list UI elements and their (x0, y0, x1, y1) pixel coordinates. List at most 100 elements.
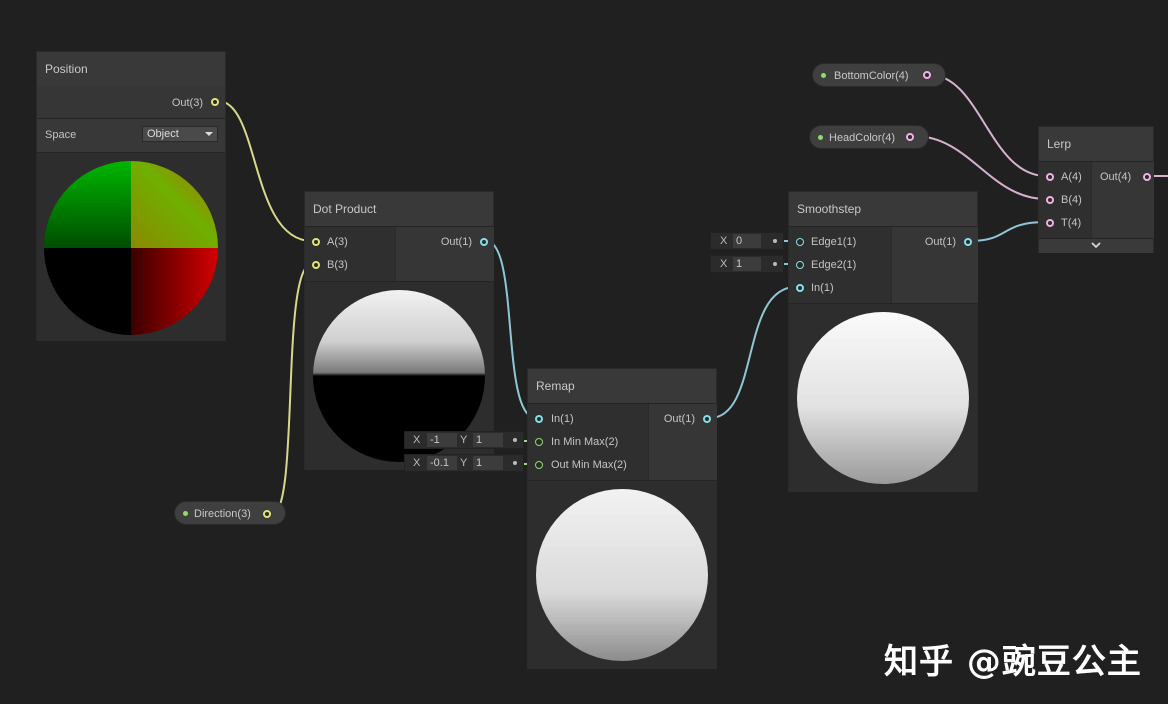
y-label: Y (460, 457, 468, 469)
remap-in-label: In(1) (551, 413, 574, 425)
edge2-label: Edge2(1) (811, 259, 857, 271)
input-panel: In(1) In Min Max(2) Out Min Max(2) (528, 404, 648, 480)
output-panel: Out(4) (1091, 162, 1154, 238)
input-panel: A(3) B(3) (305, 227, 395, 281)
x-label: X (413, 457, 421, 469)
connector-dot-icon (513, 438, 517, 442)
output-panel: Out(3) (37, 86, 225, 119)
dot-product-node[interactable]: Dot Product A(3) B(3) Out(1) (304, 191, 494, 470)
position-preview-sphere (44, 161, 218, 335)
lerp-a-label: A(4) (1061, 171, 1082, 183)
out-min-max-port[interactable] (535, 461, 543, 469)
smooth-out-port[interactable] (964, 238, 972, 246)
wire-position-to-dot-a[interactable] (217, 100, 313, 242)
wire-smooth-to-lerp-t[interactable] (969, 221, 1047, 242)
head-color-property[interactable]: HeadColor(4) (809, 125, 929, 149)
out-min-max-label: Out Min Max(2) (551, 459, 627, 471)
lerp-b-label: B(4) (1061, 194, 1082, 206)
space-dropdown[interactable]: Object (142, 126, 218, 142)
node-title[interactable]: Remap (528, 369, 716, 404)
x-label: X (720, 258, 728, 270)
smooth-preview-sphere (797, 312, 969, 484)
position-out-label: Out(3) (171, 97, 203, 109)
property-indicator-icon (183, 511, 188, 516)
y-label: Y (460, 434, 468, 446)
direction-out-port[interactable] (263, 510, 271, 518)
remap-out-label: Out(1) (663, 413, 695, 425)
connector-dot-icon (773, 239, 777, 243)
direction-label: Direction(3) (194, 508, 251, 520)
smooth-in-label: In(1) (811, 282, 834, 294)
position-node[interactable]: Position Out(3) Space Object (36, 51, 226, 341)
out-min-x-input[interactable]: -0.1 (427, 456, 457, 470)
x-label: X (720, 235, 728, 247)
position-preview (37, 152, 225, 341)
space-row: Space Object (37, 119, 225, 151)
dot-b-label: B(3) (327, 259, 348, 271)
remap-out-port[interactable] (703, 415, 711, 423)
smoothstep-preview (789, 303, 977, 492)
input-panel: A(4) B(4) T(4) (1039, 162, 1091, 238)
dot-a-label: A(3) (327, 236, 348, 248)
direction-property[interactable]: Direction(3) (174, 501, 286, 525)
dot-out-port[interactable] (480, 238, 488, 246)
smooth-in-port[interactable] (796, 284, 804, 292)
property-indicator-icon (818, 135, 823, 140)
node-title[interactable]: Position (37, 52, 225, 87)
lerp-out-port[interactable] (1143, 173, 1151, 181)
connector-dot-icon (513, 461, 517, 465)
edge1-field[interactable]: X 0 (710, 232, 784, 250)
lerp-b-port[interactable] (1046, 196, 1054, 204)
watermark-text: 知乎 @豌豆公主 (884, 642, 1142, 682)
in-min-max-port[interactable] (535, 438, 543, 446)
position-out-port[interactable] (211, 98, 219, 106)
bottom-color-out-port[interactable] (923, 71, 931, 79)
chevron-down-icon[interactable] (1039, 239, 1153, 253)
remap-node[interactable]: Remap In(1) In Min Max(2) Out Min Max(2)… (527, 368, 717, 669)
in-max-y-input[interactable]: 1 (473, 433, 503, 447)
in-min-max-field[interactable]: X -1 Y 1 (404, 431, 524, 449)
space-label: Space (45, 129, 77, 141)
in-min-x-input[interactable]: -1 (427, 433, 457, 447)
head-color-out-port[interactable] (906, 133, 914, 141)
edge2-port[interactable] (796, 261, 804, 269)
lerp-t-port[interactable] (1046, 219, 1054, 227)
wire-remap-to-smooth-in[interactable] (709, 286, 797, 419)
edge1-label: Edge1(1) (811, 236, 857, 248)
out-max-y-input[interactable]: 1 (473, 456, 503, 470)
lerp-a-port[interactable] (1046, 173, 1054, 181)
remap-preview-sphere (536, 489, 708, 661)
out-min-max-field[interactable]: X -0.1 Y 1 (404, 454, 524, 472)
smooth-out-label: Out(1) (924, 236, 956, 248)
edge1-x-input[interactable]: 0 (733, 234, 761, 248)
node-title[interactable]: Lerp (1039, 127, 1153, 162)
output-panel: Out(1) (395, 227, 494, 281)
edge2-field[interactable]: X 1 (710, 255, 784, 273)
smoothstep-node[interactable]: Smoothstep Edge1(1) Edge2(1) In(1) Out(1… (788, 191, 978, 492)
dropdown-caret-icon (205, 132, 213, 136)
edge1-port[interactable] (796, 238, 804, 246)
dot-a-port[interactable] (312, 238, 320, 246)
head-color-label: HeadColor(4) (829, 132, 896, 144)
connector-dot-icon (773, 262, 777, 266)
output-panel: Out(1) (648, 404, 717, 480)
bottom-color-property[interactable]: BottomColor(4) (812, 63, 946, 87)
node-title[interactable]: Smoothstep (789, 192, 977, 227)
input-panel: Edge1(1) Edge2(1) In(1) (789, 227, 891, 303)
lerp-out-label: Out(4) (1100, 171, 1132, 183)
expand-bar[interactable] (1039, 238, 1153, 253)
lerp-node[interactable]: Lerp A(4) B(4) T(4) Out(4) (1038, 126, 1154, 253)
dot-b-port[interactable] (312, 261, 320, 269)
lerp-t-label: T(4) (1061, 217, 1082, 229)
wire-bottom-to-lerp-a[interactable] (929, 74, 1047, 177)
remap-preview (528, 480, 716, 669)
property-indicator-icon (821, 73, 826, 78)
dot-out-label: Out(1) (440, 236, 472, 248)
bottom-color-label: BottomColor(4) (834, 70, 909, 82)
wire-head-to-lerp-b[interactable] (913, 135, 1047, 200)
node-title[interactable]: Dot Product (305, 192, 493, 227)
remap-in-port[interactable] (535, 415, 543, 423)
in-min-max-label: In Min Max(2) (551, 436, 619, 448)
edge2-x-input[interactable]: 1 (733, 257, 761, 271)
x-label: X (413, 434, 421, 446)
